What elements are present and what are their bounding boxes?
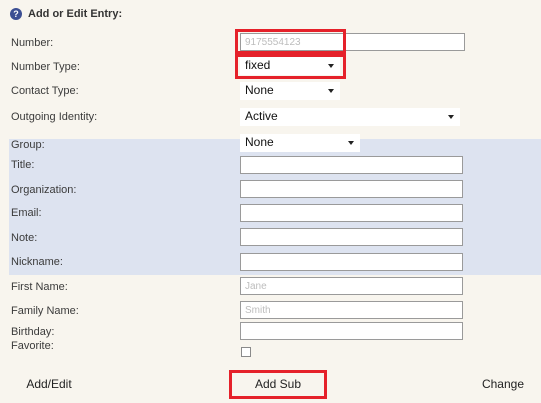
- first-name-label: First Name:: [11, 281, 68, 293]
- change-button[interactable]: Change: [470, 372, 536, 396]
- title-input[interactable]: [240, 156, 463, 174]
- form-title-text: Add or Edit Entry:: [28, 8, 123, 20]
- family-name-label: Family Name:: [11, 305, 79, 317]
- chevron-down-icon: [328, 89, 334, 93]
- chevron-down-icon: [448, 115, 454, 119]
- email-label: Email:: [11, 207, 42, 219]
- organization-input[interactable]: [240, 180, 463, 198]
- birthday-input[interactable]: [240, 322, 463, 340]
- nickname-input[interactable]: [240, 253, 463, 271]
- outgoing-identity-select[interactable]: Active: [240, 108, 460, 126]
- family-name-input[interactable]: Smith: [240, 301, 463, 319]
- number-type-highlight-box: [235, 54, 346, 79]
- group-select[interactable]: None: [240, 134, 360, 152]
- number-type-label: Number Type:: [11, 61, 80, 73]
- title-label: Title:: [11, 159, 35, 171]
- favorite-checkbox[interactable]: [241, 347, 251, 357]
- contact-type-select[interactable]: None: [240, 82, 340, 100]
- outgoing-identity-label: Outgoing Identity:: [11, 111, 98, 123]
- outgoing-identity-value: Active: [245, 109, 278, 123]
- form-title: ? Add or Edit Entry:: [10, 6, 122, 22]
- organization-label: Organization:: [11, 184, 77, 196]
- group-value: None: [245, 135, 274, 149]
- contact-type-label: Contact Type:: [11, 85, 79, 97]
- number-label: Number:: [11, 37, 54, 49]
- question-circle-icon[interactable]: ?: [10, 8, 22, 20]
- note-input[interactable]: [240, 228, 463, 246]
- first-name-input[interactable]: Jane: [240, 277, 463, 295]
- birthday-label: Birthday:: [11, 326, 55, 338]
- email-input[interactable]: [240, 204, 463, 222]
- add-edit-button[interactable]: Add/Edit: [14, 372, 84, 396]
- add-sub-highlight-box: [229, 370, 327, 399]
- nickname-label: Nickname:: [11, 256, 63, 268]
- favorite-label: Favorite:: [11, 340, 54, 352]
- number-highlight-box: [235, 29, 346, 54]
- note-label: Note:: [11, 232, 38, 244]
- contact-type-value: None: [245, 83, 274, 97]
- group-label: Group:: [11, 139, 45, 151]
- chevron-down-icon: [348, 141, 354, 145]
- add-edit-entry-panel: ? Add or Edit Entry: Number: Number Type…: [0, 0, 541, 403]
